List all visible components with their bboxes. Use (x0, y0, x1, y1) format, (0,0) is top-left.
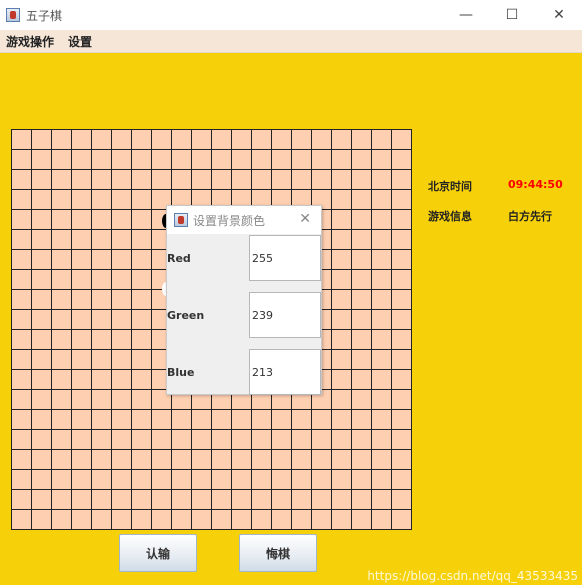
dialog-title-bar: 设置背景颜色 ✕ (167, 206, 321, 234)
menu-bar: 游戏操作 设置 (0, 30, 582, 53)
dialog-close-icon[interactable]: ✕ (299, 211, 311, 227)
java-app-icon (6, 8, 20, 22)
undo-button[interactable]: 悔棋 (239, 534, 317, 572)
maximize-button[interactable]: ☐ (489, 0, 535, 30)
watermark-text: https://blog.csdn.net/qq_43533435 (367, 569, 578, 583)
time-label: 北京时间 (428, 180, 472, 193)
menu-settings[interactable]: 设置 (68, 33, 92, 50)
minimize-button[interactable]: — (443, 0, 489, 30)
java-app-icon (174, 213, 188, 227)
game-info-label: 游戏信息 (428, 210, 472, 223)
menu-game-operations[interactable]: 游戏操作 (6, 33, 54, 50)
time-value: 09:44:50 (508, 178, 563, 191)
title-bar: 五子棋 — ☐ ✕ (0, 0, 582, 30)
window-title: 五子棋 (26, 8, 63, 23)
red-label: Red (167, 252, 191, 265)
dialog-title: 设置背景颜色 (193, 213, 266, 228)
blue-label: Blue (167, 366, 195, 379)
green-input[interactable] (249, 292, 321, 338)
game-info-value: 白方先行 (508, 210, 552, 223)
background-color-dialog: 设置背景颜色 ✕ Red Green Blue (166, 205, 322, 395)
close-button[interactable]: ✕ (536, 0, 582, 30)
red-input[interactable] (249, 235, 321, 281)
blue-input[interactable] (249, 349, 321, 395)
green-label: Green (167, 309, 205, 322)
concede-button[interactable]: 认输 (119, 534, 197, 572)
